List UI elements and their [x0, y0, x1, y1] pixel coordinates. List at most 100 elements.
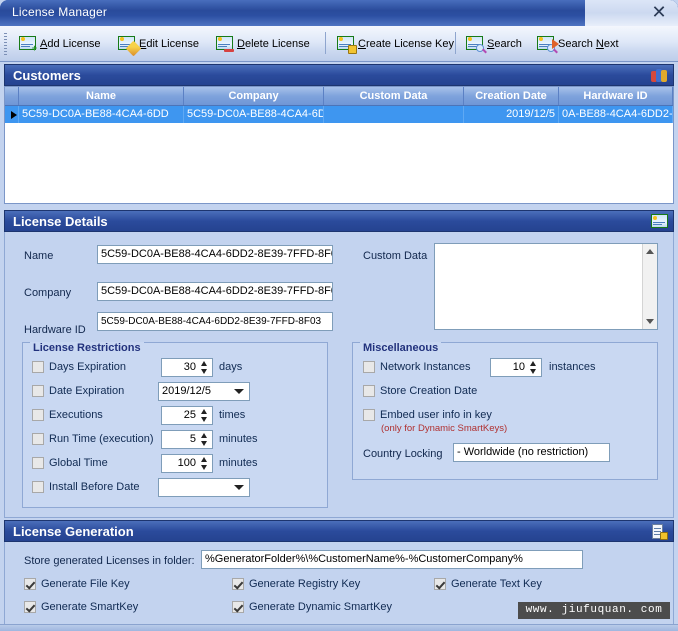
generate-smartkey-checkbox[interactable]: [24, 601, 36, 613]
network-instances-checkbox[interactable]: [363, 361, 375, 373]
edit-license-button[interactable]: Edit License: [115, 30, 202, 57]
watermark: www. jiufuquan. com: [518, 602, 670, 619]
license-generation-section-title: License Generation: [13, 524, 134, 539]
generate-file-key-row[interactable]: Generate File Key: [24, 578, 130, 590]
create-license-key-label: Create License Key: [358, 37, 455, 50]
executions-checkbox-row[interactable]: Executions: [32, 409, 103, 421]
days-expiration-checkbox[interactable]: [32, 361, 44, 373]
store-creation-date-checkbox-row[interactable]: Store Creation Date: [363, 385, 477, 397]
embed-user-info-checkbox-row[interactable]: Embed user info in key: [363, 409, 492, 421]
global-time-value: 100: [177, 457, 196, 469]
date-expiration-combo[interactable]: 2019/12/5: [158, 382, 250, 401]
license-card-icon: [651, 214, 668, 230]
company-label: Company: [24, 287, 72, 299]
license-manager-window: License Manager ✕ + Add License Edit Lic…: [0, 0, 678, 631]
generate-dynamic-smartkey-row[interactable]: Generate Dynamic SmartKey: [232, 601, 392, 613]
toolbar-separator-1: [325, 32, 326, 54]
generate-smartkey-row[interactable]: Generate SmartKey: [24, 601, 138, 613]
folder-input[interactable]: %GeneratorFolder%\%CustomerName%-%Custom…: [201, 550, 583, 569]
store-creation-date-checkbox[interactable]: [363, 385, 375, 397]
days-expiration-spinner[interactable]: 30: [161, 358, 213, 377]
install-before-date-label: Install Before Date: [49, 481, 140, 493]
network-instances-label: Network Instances: [380, 361, 471, 373]
company-input[interactable]: 5C59-DC0A-BE88-4CA4-6DD2-8E39-7FFD-8F0: [97, 282, 333, 301]
days-expiration-unit: days: [219, 361, 243, 373]
generate-text-key-row[interactable]: Generate Text Key: [434, 578, 542, 590]
run-time-checkbox[interactable]: [32, 433, 44, 445]
embed-user-info-note: (only for Dynamic SmartKeys): [381, 423, 508, 434]
cell-creation-date: 2019/12/5: [464, 106, 559, 123]
global-time-checkbox[interactable]: [32, 457, 44, 469]
date-expiration-value: 2019/12/5: [162, 385, 211, 397]
title-bar: License Manager ✕: [0, 0, 678, 26]
global-time-spinner[interactable]: 100: [161, 454, 213, 473]
scroll-down-icon[interactable]: [646, 319, 654, 324]
hardware-id-label: Hardware ID: [24, 324, 86, 336]
global-time-unit: minutes: [219, 457, 258, 469]
column-header-creation-date[interactable]: Creation Date: [464, 87, 559, 105]
chevron-down-icon[interactable]: [234, 389, 244, 394]
install-before-date-combo[interactable]: [158, 478, 250, 497]
network-instances-spinner[interactable]: 10: [490, 358, 542, 377]
run-time-label: Run Time (execution): [49, 433, 154, 445]
column-header-name[interactable]: Name: [19, 87, 184, 105]
country-locking-combo[interactable]: - Worldwide (no restriction): [453, 443, 610, 462]
name-input[interactable]: 5C59-DC0A-BE88-4CA4-6DD2-8E39-7FFD-8F0: [97, 245, 333, 264]
date-expiration-checkbox[interactable]: [32, 385, 44, 397]
delete-license-label: Delete License: [237, 37, 310, 50]
column-header-custom-data[interactable]: Custom Data: [324, 87, 464, 105]
store-creation-date-label: Store Creation Date: [380, 385, 478, 397]
network-instances-value: 10: [512, 361, 525, 373]
network-instances-checkbox-row[interactable]: Network Instances: [363, 361, 470, 373]
column-header-hardware-id[interactable]: Hardware ID: [559, 87, 673, 105]
table-row[interactable]: 5C59-DC0A-BE88-4CA4-6DD 5C59-DC0A-BE88-4…: [5, 106, 673, 123]
run-time-spin-arrows[interactable]: [200, 433, 209, 446]
add-license-button[interactable]: + Add License: [16, 30, 104, 57]
date-expiration-checkbox-row[interactable]: Date Expiration: [32, 385, 124, 397]
toolbar-separator-2: [455, 32, 456, 54]
generate-registry-key-checkbox[interactable]: [232, 578, 244, 590]
chevron-down-icon[interactable]: [234, 485, 244, 490]
search-button[interactable]: Search: [463, 30, 525, 57]
days-expiration-spin-arrows[interactable]: [200, 361, 209, 374]
embed-user-info-label: Embed user info in key: [380, 409, 492, 421]
hardware-id-input[interactable]: 5C59-DC0A-BE88-4CA4-6DD2-8E39-7FFD-8F03: [97, 312, 333, 331]
toolbar-grip[interactable]: [4, 33, 7, 55]
customers-grid[interactable]: Name Company Custom Data Creation Date H…: [4, 86, 674, 204]
search-next-button[interactable]: Search Next: [534, 30, 622, 57]
generate-registry-key-row[interactable]: Generate Registry Key: [232, 578, 360, 590]
generate-dynamic-smartkey-label: Generate Dynamic SmartKey: [249, 601, 393, 613]
executions-label: Executions: [49, 409, 103, 421]
edit-license-label: Edit License: [139, 37, 199, 50]
license-details-section-title: License Details: [13, 214, 108, 229]
add-license-label: Add License: [40, 37, 101, 50]
create-license-key-button[interactable]: Create License Key: [334, 30, 457, 57]
custom-data-textarea[interactable]: [434, 243, 658, 330]
column-header-company[interactable]: Company: [184, 87, 324, 105]
generate-dynamic-smartkey-checkbox[interactable]: [232, 601, 244, 613]
run-time-checkbox-row[interactable]: Run Time (execution): [32, 433, 154, 445]
days-expiration-checkbox-row[interactable]: Days Expiration: [32, 361, 126, 373]
global-time-checkbox-row[interactable]: Global Time: [32, 457, 108, 469]
scroll-up-icon[interactable]: [646, 249, 654, 254]
executions-checkbox[interactable]: [32, 409, 44, 421]
run-time-unit: minutes: [219, 433, 258, 445]
install-before-date-checkbox-row[interactable]: Install Before Date: [32, 481, 140, 493]
delete-license-button[interactable]: Delete License: [213, 30, 313, 57]
network-instances-spin-arrows[interactable]: [529, 361, 538, 374]
edit-license-icon: [118, 35, 142, 56]
global-time-spin-arrows[interactable]: [200, 457, 209, 470]
install-before-date-checkbox[interactable]: [32, 481, 44, 493]
license-generation-section-header: License Generation: [4, 520, 674, 542]
custom-data-scrollbar[interactable]: [642, 244, 657, 329]
generate-file-key-checkbox[interactable]: [24, 578, 36, 590]
embed-user-info-checkbox[interactable]: [363, 409, 375, 421]
executions-spinner[interactable]: 25: [161, 406, 213, 425]
executions-spin-arrows[interactable]: [200, 409, 209, 422]
run-time-spinner[interactable]: 5: [161, 430, 213, 449]
close-icon[interactable]: ✕: [648, 2, 670, 24]
generate-text-key-checkbox[interactable]: [434, 578, 446, 590]
cell-name: 5C59-DC0A-BE88-4CA4-6DD: [19, 106, 184, 123]
executions-value: 25: [183, 409, 196, 421]
search-icon: [466, 35, 487, 53]
